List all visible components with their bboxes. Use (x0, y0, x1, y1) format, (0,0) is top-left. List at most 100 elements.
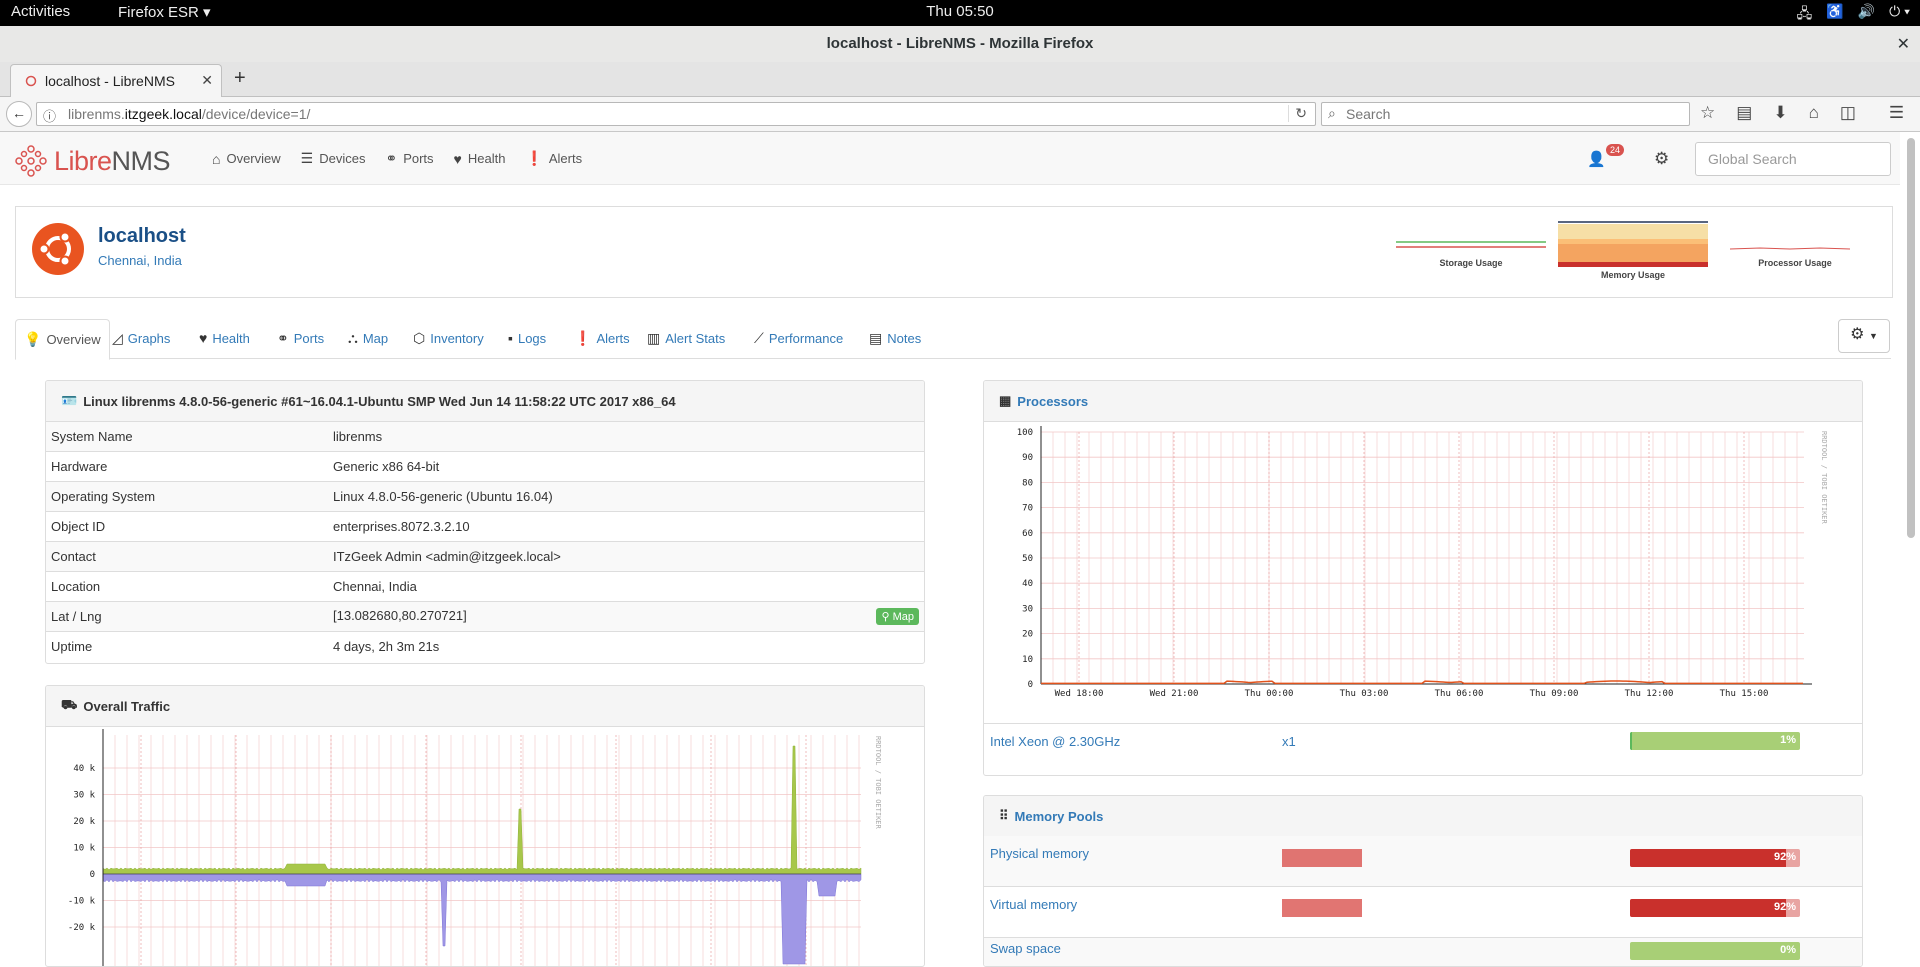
hamburger-menu-icon[interactable]: ☰ (1889, 103, 1904, 123)
downloads-icon[interactable]: ⬇ (1773, 103, 1787, 123)
os-value: Linux 4.8.0-56-generic (Ubuntu 16.04) (328, 481, 924, 512)
table-row: Operating System Linux 4.8.0-56-generic (… (46, 481, 924, 512)
tab-alerts[interactable]: ❗ Alerts (574, 319, 630, 357)
system-name-key: System Name (46, 422, 328, 452)
table-row: System Name librenms (46, 422, 924, 452)
lat-lng-value: [13.082680,80.270721] (333, 608, 467, 623)
librenms-logo[interactable]: LibreNMS (14, 144, 171, 178)
storage-usage-caption: Storage Usage (1439, 258, 1503, 268)
memory-icon: ⠿ (999, 808, 1009, 823)
tab-graphs[interactable]: ◿ Graphs (112, 319, 170, 357)
tab-alerts-label: Alerts (596, 330, 630, 346)
processors-graph[interactable]: 1009080706050403020100Wed 18:00 Wed 21:00… (984, 422, 1862, 722)
processor-usage-minigraph[interactable]: Processor Usage (1720, 221, 1870, 268)
bookmark-star-icon[interactable]: ☆ (1700, 103, 1715, 123)
y-tick-label: 70 (1022, 504, 1033, 514)
menu-alerts[interactable]: ❗ Alerts (525, 150, 582, 167)
processors-panel: ▦ Processors 100 90 80 70 60 50 40 30 20 10 0 Wed 1… (983, 380, 1863, 776)
physical-memory-link[interactable]: Physical memory (990, 846, 1089, 861)
tab-performance-label: Performance (768, 330, 844, 346)
page-scrollbar[interactable] (1905, 132, 1917, 954)
tab-health[interactable]: ♥ Health (199, 319, 250, 357)
tab-performance[interactable]: ⟋ Performance (754, 319, 843, 357)
storage-usage-minigraph[interactable]: Storage Usage (1396, 221, 1546, 268)
line-chart-icon: ⟋ (754, 329, 764, 346)
accessibility-icon: ♿ (1826, 3, 1844, 19)
user-icon[interactable]: 👤 (1587, 150, 1606, 168)
tab-overview[interactable]: 💡 Overview (15, 319, 110, 360)
tab-ports[interactable]: ⚭ Ports (277, 319, 324, 357)
physical-memory-bar[interactable]: 92% (1630, 849, 1800, 867)
x-tick-label: Wed 18:00 (1055, 689, 1104, 699)
cpu-name-link[interactable]: Intel Xeon @ 2.30GHz (990, 734, 1120, 749)
swap-space-bar[interactable]: 0% (1630, 942, 1800, 960)
traffic-side-label: RRDTOOL / TOBI OETIKER (874, 736, 882, 829)
device-hostname[interactable]: localhost (98, 225, 186, 248)
menu-health[interactable]: ♥ Health (454, 150, 506, 167)
virtual-memory-fill (1630, 899, 1787, 917)
settings-gear-icon[interactable]: ⚙ (1654, 149, 1669, 169)
info-icon[interactable]: ⓘ (43, 106, 56, 125)
virtual-memory-minigraph[interactable] (1282, 899, 1362, 917)
physical-memory-minigraph[interactable] (1282, 849, 1362, 867)
file-text-icon: ▤ (869, 329, 883, 346)
scrollbar-thumb[interactable] (1907, 138, 1915, 538)
map-button-label: Map (892, 611, 914, 623)
table-row: Object ID enterprises.8072.3.2.10 (46, 511, 924, 542)
tab-alert-stats[interactable]: ▥ Alert Stats (647, 319, 725, 357)
overall-traffic-graph[interactable]: 40 k 30 k 20 k 10 k 0 -10 k -20 k (46, 727, 924, 967)
table-row: Contact ITzGeek Admin <admin@itzgeek.loca… (46, 541, 924, 572)
menu-ports[interactable]: ⚭ Ports (385, 150, 433, 167)
menu-alerts-label: Alerts (548, 151, 583, 166)
new-tab-icon[interactable]: + (234, 67, 246, 90)
home-icon[interactable]: ⌂ (1809, 103, 1819, 123)
app-menu-button[interactable]: Firefox ESR ▾ (118, 3, 211, 21)
lat-lng-cell: [13.082680,80.270721] ⚲ Map (328, 601, 924, 632)
tab-inventory[interactable]: ⬡ Inventory (413, 319, 484, 357)
processors-title-link[interactable]: Processors (1017, 394, 1088, 409)
device-actions-dropdown[interactable]: ⚙ ▼ (1838, 319, 1890, 353)
reload-icon[interactable]: ↻ (1288, 105, 1307, 122)
overall-traffic-header: ⛟ Overall Traffic (46, 686, 924, 727)
activities-button[interactable]: Activities (11, 3, 70, 20)
device-location[interactable]: Chennai, India (98, 253, 182, 268)
search-icon: ⌕ (1328, 105, 1336, 121)
cpu-count-link[interactable]: x1 (1282, 734, 1296, 749)
virtual-memory-link[interactable]: Virtual memory (990, 897, 1077, 912)
tab-alert-stats-label: Alert Stats (665, 330, 726, 346)
system-info-title: Linux librenms 4.8.0-56-generic #61~16.0… (83, 393, 676, 409)
processor-usage-graph (1729, 247, 1851, 250)
x-tick-label: Wed 21:00 (1150, 689, 1199, 699)
close-window-icon[interactable]: ✕ (1897, 34, 1910, 54)
map-button[interactable]: ⚲ Map (876, 608, 919, 625)
tab-map[interactable]: ⛬ Map (348, 319, 388, 357)
object-id-key: Object ID (46, 511, 328, 542)
close-tab-icon[interactable]: ✕ (201, 72, 213, 89)
pocket-icon[interactable]: ◫ (1840, 103, 1856, 123)
y-tick-label: 10 (1022, 655, 1033, 665)
link-icon: ⚭ (385, 150, 398, 166)
clock[interactable]: Thu 05:50 (0, 3, 1920, 20)
menu-devices[interactable]: ☰ Devices (301, 150, 366, 167)
url-path: /device/device=1/ (201, 106, 311, 122)
tab-notes[interactable]: ▤ Notes (869, 319, 921, 357)
tab-map-label: Map (362, 330, 389, 346)
global-search-input[interactable]: Global Search (1695, 142, 1891, 176)
menu-overview[interactable]: ⌂ Overview (212, 150, 281, 167)
memory-usage-minigraph[interactable]: Memory Usage (1558, 221, 1708, 280)
app-menu-label: Firefox ESR (118, 4, 199, 21)
cpu-usage-bar[interactable]: 1% (1630, 732, 1800, 750)
memory-pools-title-link[interactable]: Memory Pools (1015, 809, 1104, 824)
back-button[interactable]: ← (6, 101, 32, 127)
virtual-memory-bar[interactable]: 92% (1630, 899, 1800, 917)
browser-search-box[interactable]: ⌕ Search (1321, 102, 1690, 126)
tab-graphs-label: Graphs (127, 330, 171, 346)
reading-list-icon[interactable]: ▤ (1736, 103, 1752, 123)
browser-tab[interactable]: localhost - LibreNMS ✕ (10, 64, 222, 97)
url-bar[interactable]: ⓘ librenms.itzgeek.local/device/device=1… (36, 102, 1316, 126)
os-key: Operating System (46, 481, 328, 512)
tab-logs[interactable]: ▪ Logs (508, 319, 546, 357)
notification-badge[interactable]: 24 (1606, 144, 1625, 156)
y-tick-label: 10 k (73, 844, 95, 854)
system-tray[interactable]: 🖧 ♿ 🔊 ⏻ ▾ (1797, 3, 1910, 27)
